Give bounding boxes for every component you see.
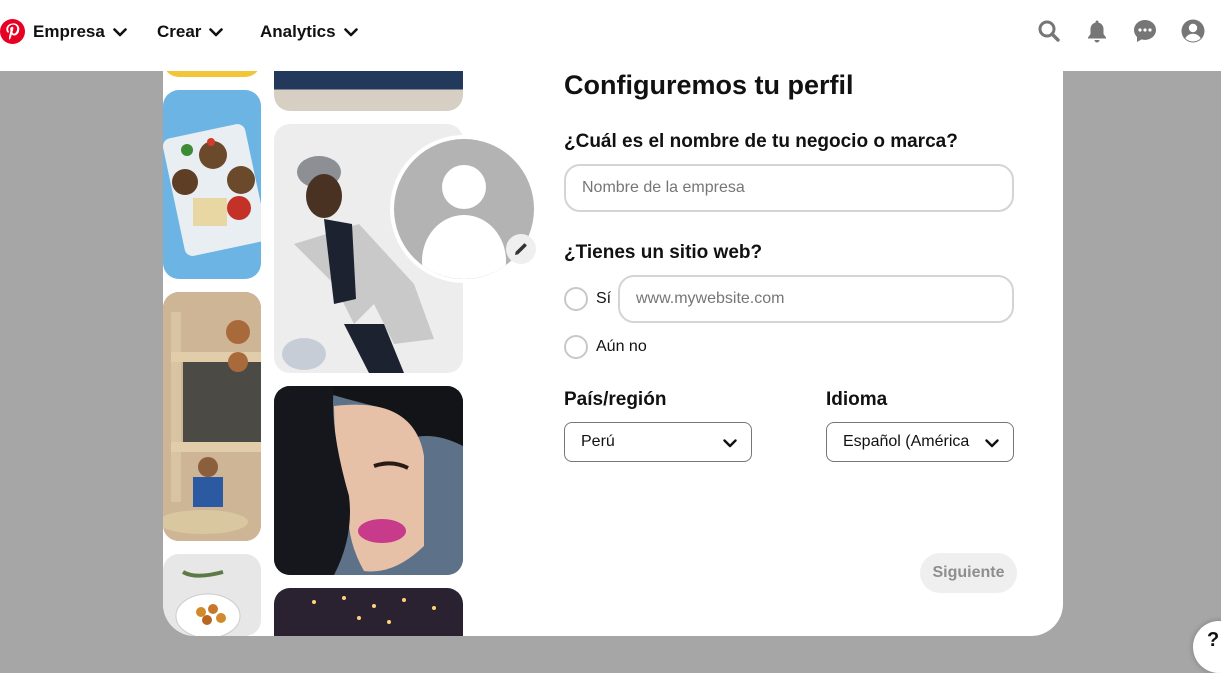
chevron-down-icon	[113, 27, 127, 37]
help-question-mark: ?	[1207, 629, 1220, 651]
messages-icon[interactable]	[1133, 19, 1157, 43]
country-select[interactable]: Perú	[564, 422, 752, 462]
edit-avatar-pencil-icon[interactable]	[506, 234, 536, 264]
search-icon[interactable]	[1037, 19, 1061, 43]
chevron-down-icon	[343, 27, 358, 37]
nav-crear-dropdown[interactable]: Crear	[157, 20, 224, 44]
profile-icon[interactable]	[1181, 19, 1205, 43]
website-yes-label: Sí	[596, 290, 612, 307]
website-question-label: ¿Tienes un sitio web?	[564, 242, 763, 263]
business-name-input[interactable]	[564, 164, 1014, 212]
website-yes-radio[interactable]	[564, 287, 588, 311]
nav-empresa-dropdown[interactable]: Empresa	[33, 20, 127, 44]
page-title: Configuremos tu perfil	[564, 70, 854, 100]
collage-image-night-street	[274, 588, 463, 636]
help-button[interactable]: ?	[1193, 621, 1221, 673]
chevron-down-icon	[723, 435, 737, 453]
website-no-radio[interactable]	[564, 335, 588, 359]
language-select[interactable]: Español (América	[826, 422, 1014, 462]
collage-image-food-tray	[163, 90, 261, 279]
website-no-label: Aún no	[596, 338, 647, 355]
business-name-label: ¿Cuál es el nombre de tu negocio o marca…	[564, 131, 958, 152]
bell-icon[interactable]	[1085, 19, 1109, 43]
nav-crear-label: Crear	[157, 22, 202, 41]
country-select-value: Perú	[581, 433, 615, 450]
top-navigation-bar: Empresa Crear Analytics	[0, 0, 1221, 71]
collage-image-kids-bunk-bed	[163, 292, 261, 541]
language-label: Idioma	[826, 389, 888, 410]
profile-setup-modal: Configuremos tu perfil ¿Cuál es el nombr…	[163, 40, 1063, 636]
nav-analytics-label: Analytics	[260, 22, 336, 41]
nav-empresa-label: Empresa	[33, 22, 105, 41]
next-button[interactable]: Siguiente	[920, 553, 1017, 593]
website-url-input[interactable]	[618, 275, 1014, 323]
collage-image-bowl	[163, 554, 261, 636]
chevron-down-icon	[209, 27, 224, 37]
chevron-down-icon	[985, 435, 999, 453]
collage-image-woman-portrait	[274, 386, 463, 575]
country-label: País/región	[564, 389, 667, 410]
pinterest-logo-icon[interactable]	[0, 19, 25, 44]
language-select-value: Español (América	[843, 433, 970, 450]
nav-analytics-dropdown[interactable]: Analytics	[260, 20, 358, 44]
